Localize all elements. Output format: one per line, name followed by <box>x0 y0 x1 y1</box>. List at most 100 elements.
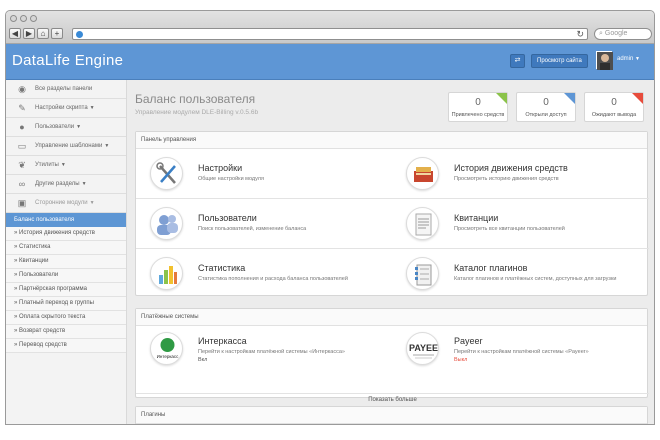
browser-search-input[interactable]: ⌕ Google <box>594 28 652 40</box>
minimize-window-button[interactable] <box>20 15 27 22</box>
chevron-down-icon: ▼ <box>76 124 82 130</box>
address-bar[interactable]: ↻ <box>72 28 588 40</box>
sidebar-item-user-balance[interactable]: Баланс пользователя <box>6 213 126 227</box>
browser-nav: ◀ ▶ ⌂ + <box>9 28 63 39</box>
lock-icon <box>564 93 575 104</box>
sidebar-item-label: Все разделы панели <box>35 86 93 92</box>
sidebar-item-label: Пользователи <box>35 124 75 130</box>
panel-header: Платёжные системы <box>136 309 647 326</box>
page-title: Баланс пользователя <box>135 92 256 106</box>
users-tile[interactable]: Пользователи Поиск пользователей, измене… <box>136 199 392 248</box>
back-button[interactable]: ◀ <box>9 28 21 39</box>
chevron-down-icon: ▼ <box>89 105 95 111</box>
sidebar-subitem-refunds[interactable]: » Возврат средств <box>6 325 126 339</box>
svg-text:PAYEE: PAYEE <box>409 343 438 353</box>
check-icon <box>496 93 507 104</box>
control-panel: Панель управления Настройки Общие настро… <box>135 131 649 298</box>
brand-title[interactable]: DataLife Engine <box>12 52 123 69</box>
interkassa-tile[interactable]: Интеркасс Интеркасса Перейти к настройка… <box>136 326 392 376</box>
tile-desc: Перейти к настройкам платёжной системы «… <box>454 349 589 355</box>
tile-title: Пользователи <box>198 213 257 223</box>
globe-icon: ◉ <box>18 84 26 94</box>
chevron-down-icon: ▼ <box>104 143 110 149</box>
sidebar-subitem-hidden-text[interactable]: » Оплата скрытого текста <box>6 311 126 325</box>
tile-desc: Статистика пополнения и расхода баланса … <box>198 276 348 282</box>
tools-icon <box>150 157 183 190</box>
monitor-icon: ▭ <box>17 141 27 151</box>
svg-text:Интеркасс: Интеркасс <box>157 354 180 359</box>
chevron-down-icon: ▼ <box>60 162 66 168</box>
sidebar-subitem-statistics[interactable]: » Статистика <box>6 241 126 255</box>
sidebar-item-third-party-modules[interactable]: ▣ Сторонние модули ▼ <box>6 194 126 213</box>
wrench-icon: ✎ <box>18 103 26 113</box>
receipt-icon <box>406 207 439 240</box>
interkassa-logo-icon: Интеркасс <box>150 332 183 365</box>
toggle-menu-icon[interactable]: ⇄ <box>510 54 525 68</box>
sidebar-item-all-sections[interactable]: ◉ Все разделы панели <box>6 80 126 99</box>
sidebar: ◉ Все разделы панели ✎ Настройки скрипта ▼ … <box>6 80 127 424</box>
sidebar-item-other-sections[interactable]: ∞ Другие разделы ▼ <box>6 175 126 194</box>
panel-header: Панель управления <box>136 132 647 149</box>
site-globe-icon <box>76 31 83 38</box>
user-icon: ● <box>19 122 25 132</box>
view-site-button[interactable]: Просмотр сайта <box>531 54 588 68</box>
tile-desc: Каталог плагинов и платёжных систем, дос… <box>454 276 617 282</box>
status-badge: Вкл <box>198 357 208 363</box>
tile-desc: Перейти к настройкам платёжной системы «… <box>198 349 345 355</box>
stat-card-raised[interactable]: 0 Привлечено средств <box>448 92 508 122</box>
browser-chrome: ◀ ▶ ⌂ + ↻ ⌕ Google <box>6 11 654 44</box>
new-tab-button[interactable]: + <box>51 28 63 39</box>
stat-card-access[interactable]: 0 Открыли доступ <box>516 92 576 122</box>
history-tile[interactable]: История движения средств Просмотреть ист… <box>392 149 648 198</box>
sidebar-item-label: Настройки скрипта <box>35 105 88 111</box>
reload-icon[interactable]: ↻ <box>576 29 584 40</box>
payment-systems-panel: Платёжные системы Интеркасс Интеркасса П… <box>135 308 649 403</box>
link-icon: ∞ <box>18 179 26 189</box>
sidebar-item-label: Утилиты <box>35 162 59 168</box>
tile-title: Payeer <box>454 336 483 346</box>
box-icon: ▣ <box>17 198 27 208</box>
user-menu[interactable]: admin ▼ <box>617 56 640 62</box>
sidebar-subitem-users[interactable]: » Пользователи <box>6 269 126 283</box>
browser-window: ◀ ▶ ⌂ + ↻ ⌕ Google DataLife Engine ⇄ Про… <box>5 10 655 425</box>
payeer-logo-icon: PAYEE <box>406 332 439 365</box>
admin-header: DataLife Engine ⇄ Просмотр сайта admin ▼ <box>6 44 654 80</box>
plugin-catalog-tile[interactable]: Каталог плагинов Каталог плагинов и плат… <box>392 249 648 298</box>
main-content: Баланс пользователя Управление модулем D… <box>127 80 654 424</box>
avatar[interactable] <box>596 51 613 70</box>
close-window-button[interactable] <box>10 15 17 22</box>
zoom-window-button[interactable] <box>30 15 37 22</box>
bar-chart-icon <box>150 257 183 290</box>
sidebar-subitem-history[interactable]: » История движения средств <box>6 227 126 241</box>
receipts-tile[interactable]: Квитанции Просмотреть все квитанции поль… <box>392 199 648 248</box>
tile-title: Статистика <box>198 263 246 273</box>
chevron-down-icon: ▼ <box>81 181 87 187</box>
forward-button[interactable]: ▶ <box>23 28 35 39</box>
tile-title: Настройки <box>198 163 243 173</box>
tile-desc: Просмотреть историю движения средств <box>454 176 559 182</box>
show-more-button[interactable]: Показать больше <box>136 393 649 407</box>
sidebar-subitem-transfers[interactable]: » Перевод средств <box>6 339 126 353</box>
sidebar-item-script-settings[interactable]: ✎ Настройки скрипта ▼ <box>6 99 126 118</box>
cash-register-icon <box>406 157 439 190</box>
sidebar-subitem-paid-groups[interactable]: » Платный переход в группы <box>6 297 126 311</box>
page-subtitle: Управление модулем DLE-Billing v.0.5.6b <box>135 109 259 116</box>
sidebar-item-utilities[interactable]: ❦ Утилиты ▼ <box>6 156 126 175</box>
sidebar-item-users[interactable]: ● Пользователи ▼ <box>6 118 126 137</box>
home-button[interactable]: ⌂ <box>37 28 49 39</box>
payeer-tile[interactable]: PAYEE Payeer Перейти к настройкам платёж… <box>392 326 648 376</box>
sidebar-item-templates[interactable]: ▭ Управление шаблонами ▼ <box>6 137 126 156</box>
settings-tile[interactable]: Настройки Общие настройки модуля <box>136 149 392 198</box>
tile-title: История движения средств <box>454 163 568 173</box>
window-controls <box>10 15 37 22</box>
sidebar-item-label: Другие разделы <box>35 181 80 187</box>
stat-card-pending[interactable]: 0 Ожидают вывода <box>584 92 644 122</box>
statistics-tile[interactable]: Статистика Статистика пополнения и расхо… <box>136 249 392 298</box>
sidebar-subitem-partner-program[interactable]: » Партнёрская программа <box>6 283 126 297</box>
stat-label: Ожидают вывода <box>591 112 637 118</box>
tile-desc: Просмотреть все квитанции пользователей <box>454 226 565 232</box>
status-badge: Выкл <box>454 357 468 363</box>
sidebar-subitem-receipts[interactable]: » Квитанции <box>6 255 126 269</box>
stat-label: Открыли доступ <box>525 112 567 118</box>
tile-desc: Поиск пользователей, изменение баланса <box>198 226 307 232</box>
